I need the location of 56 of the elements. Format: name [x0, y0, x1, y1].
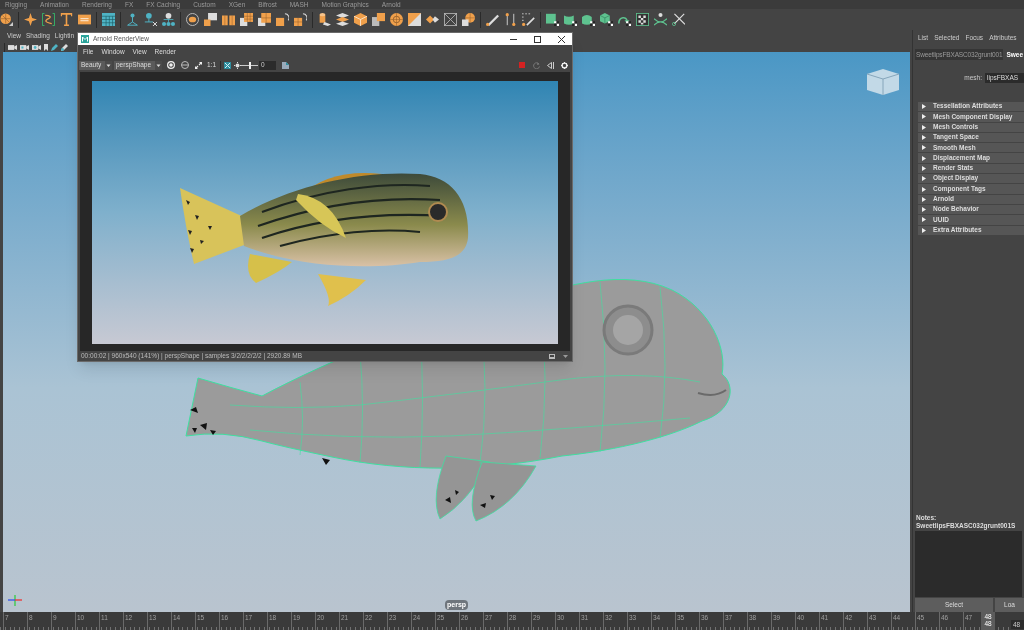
pen-icon[interactable] [61, 43, 68, 51]
scissors-icon[interactable] [672, 13, 685, 26]
type-icon[interactable] [60, 13, 73, 26]
bracket-icon[interactable] [504, 13, 517, 26]
curved-plane-icon[interactable] [582, 13, 595, 26]
dotted-pencil-icon[interactable] [522, 13, 535, 26]
layers-icon[interactable] [336, 13, 349, 26]
camera-icon[interactable] [32, 43, 41, 51]
tile-icon[interactable] [78, 13, 91, 26]
pen-icon[interactable] [51, 43, 58, 51]
checker-icon[interactable] [636, 13, 649, 26]
axis-icon [8, 592, 22, 606]
diamond-icon[interactable] [426, 13, 439, 26]
maximize-icon[interactable] [534, 35, 541, 43]
rotate-square-icon[interactable] [276, 13, 289, 26]
quad-icon[interactable] [258, 13, 271, 26]
plane-checker-icon[interactable] [546, 13, 559, 26]
bookmark-icon[interactable] [44, 43, 48, 51]
cross-curves-icon[interactable] [654, 13, 667, 26]
sphere-icon[interactable] [0, 13, 13, 26]
notes-field[interactable] [915, 531, 1022, 597]
caret-icon [105, 60, 112, 70]
document-icon[interactable] [282, 61, 290, 69]
striped-circle-icon[interactable] [181, 61, 189, 69]
split-block-icon[interactable] [222, 13, 235, 26]
cube-checker-icon[interactable] [600, 13, 613, 26]
triangle-bar-icon[interactable] [547, 61, 554, 69]
display-icon[interactable] [549, 353, 555, 359]
caret-icon [155, 60, 162, 70]
overlap-squares-icon[interactable] [372, 13, 385, 26]
camera-icon[interactable] [8, 43, 17, 51]
ring-icon[interactable] [186, 13, 199, 26]
pencil-icon[interactable] [486, 13, 499, 26]
minimize-icon[interactable] [510, 38, 517, 40]
diagonal-arrows-icon[interactable] [195, 61, 202, 69]
slider-thumb[interactable] [248, 61, 251, 69]
grid-sphere-icon[interactable] [462, 13, 475, 26]
cube-icon[interactable] [354, 13, 367, 26]
close-icon[interactable] [558, 35, 565, 43]
figure-cross-icon[interactable] [144, 13, 157, 26]
star-icon[interactable] [24, 13, 37, 26]
sun-icon[interactable] [234, 61, 242, 69]
crossed-square-icon[interactable] [444, 13, 457, 26]
curve-icon[interactable] [42, 13, 55, 26]
cylinder-icon[interactable] [318, 13, 331, 26]
rotate-square-icon[interactable] [294, 13, 307, 26]
squares-icon[interactable] [204, 13, 217, 26]
figure-icon[interactable] [126, 13, 139, 26]
gear-icon[interactable] [561, 61, 568, 69]
caret-icon[interactable] [563, 354, 568, 358]
nodes-icon[interactable] [162, 13, 175, 26]
camera-icon[interactable] [20, 43, 29, 51]
target-icon[interactable] [390, 13, 403, 26]
crop-icon[interactable] [224, 61, 232, 69]
curved-plane-icon[interactable] [564, 13, 577, 26]
grid-squares-icon[interactable] [240, 13, 253, 26]
